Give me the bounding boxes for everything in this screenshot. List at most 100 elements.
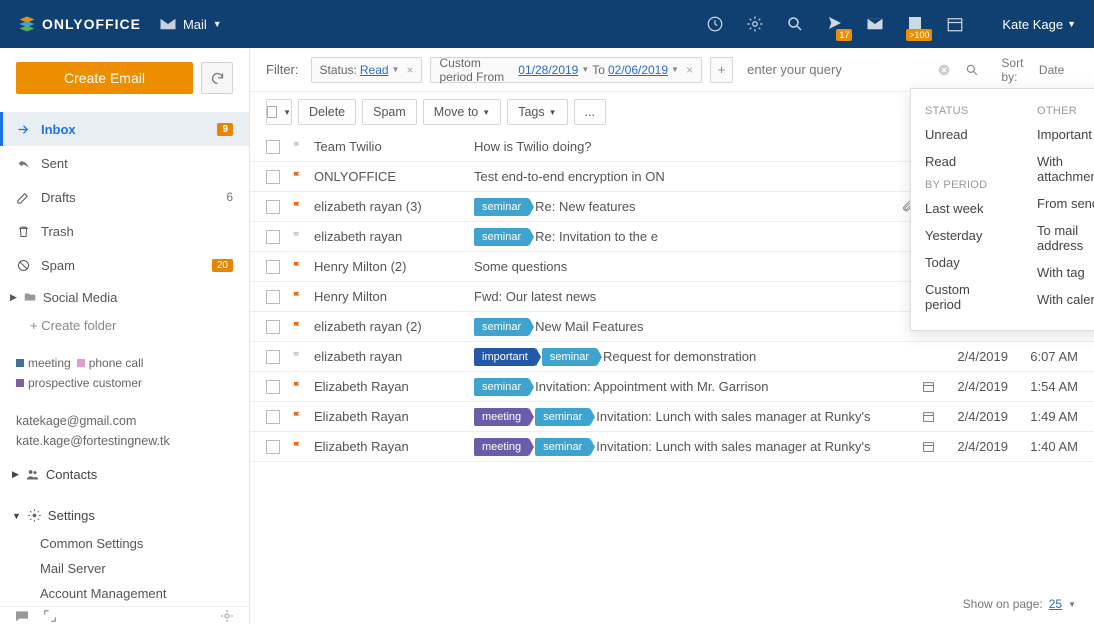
settings-foot-icon[interactable]	[219, 608, 235, 624]
nav-social[interactable]: ▶ Social Media	[0, 282, 249, 312]
edit-icon	[16, 190, 31, 205]
tag-meeting[interactable]: meeting	[16, 356, 71, 370]
clear-filter-icon[interactable]	[937, 62, 951, 78]
filter-option[interactable]: With attachments	[1023, 148, 1094, 190]
spam-button[interactable]: Spam	[362, 99, 417, 125]
more-button[interactable]: ...	[574, 99, 606, 125]
section-label: Settings	[48, 508, 95, 523]
tag-phone-call[interactable]: phone call	[77, 356, 144, 370]
delete-button[interactable]: Delete	[298, 99, 356, 125]
settings-item[interactable]: Account Management	[40, 581, 249, 606]
row-checkbox[interactable]	[266, 230, 280, 244]
module-switcher[interactable]: Mail ▼	[159, 15, 222, 33]
search-icon[interactable]	[965, 62, 979, 78]
flag-icon[interactable]	[290, 380, 304, 394]
filter-chip-period[interactable]: Custom period From 01/28/2019 ▼ To 02/06…	[430, 57, 701, 83]
filter-option[interactable]: To mail address	[1023, 217, 1094, 259]
account-item[interactable]: kate.kage@fortestingnew.tk	[16, 431, 233, 451]
logo[interactable]: ONLYOFFICE	[18, 15, 141, 33]
filter-option[interactable]: Read	[911, 148, 1023, 175]
email-row[interactable]: Elizabeth RayanmeetingseminarInvitation:…	[250, 432, 1094, 462]
nav-spam[interactable]: Spam 20	[0, 248, 249, 282]
search-icon[interactable]	[786, 15, 804, 33]
chat-icon[interactable]	[14, 608, 30, 624]
flag-icon[interactable]	[290, 320, 304, 334]
row-checkbox[interactable]	[266, 200, 280, 214]
filter-option[interactable]: Last week	[911, 195, 1023, 222]
chip-remove[interactable]: ×	[406, 63, 413, 77]
email-row[interactable]: Elizabeth RayanmeetingseminarInvitation:…	[250, 402, 1094, 432]
filter-option[interactable]: From sender	[1023, 190, 1094, 217]
gift-icon[interactable]	[706, 15, 724, 33]
row-checkbox[interactable]	[266, 380, 280, 394]
email-tag: seminar	[535, 438, 590, 456]
nav-contacts[interactable]: ▶ Contacts	[0, 459, 249, 490]
filter-option[interactable]: Unread	[911, 121, 1023, 148]
email-subject: seminarNew Mail Features	[474, 318, 898, 336]
expand-icon[interactable]	[42, 608, 58, 624]
nav-badge: 9	[217, 123, 233, 136]
flag-icon[interactable]	[290, 200, 304, 214]
tags-button[interactable]: Tags▼	[507, 99, 567, 125]
settings-item[interactable]: Common Settings	[40, 531, 249, 556]
filter-option[interactable]: With tag	[1023, 259, 1094, 286]
user-menu[interactable]: Kate Kage ▼	[1002, 17, 1076, 32]
tag-color-icon	[77, 359, 85, 367]
flag-icon[interactable]	[290, 290, 304, 304]
calendar-col	[918, 410, 938, 423]
account-item[interactable]: katekage@gmail.com	[16, 411, 233, 431]
email-row[interactable]: Elizabeth RayanseminarInvitation: Appoin…	[250, 372, 1094, 402]
row-checkbox[interactable]	[266, 140, 280, 154]
mail-top-icon[interactable]	[866, 15, 884, 33]
filter-option[interactable]: With calendar	[1023, 286, 1094, 313]
refresh-button[interactable]	[201, 62, 233, 94]
filter-option[interactable]: Important	[1023, 121, 1094, 148]
filter-chip-status[interactable]: Status: Read ▼ ×	[311, 57, 423, 83]
settings-item[interactable]: Mail Server	[40, 556, 249, 581]
flag-icon[interactable]	[290, 440, 304, 454]
row-checkbox[interactable]	[266, 410, 280, 424]
row-checkbox[interactable]	[266, 170, 280, 184]
flag-icon[interactable]	[290, 170, 304, 184]
select-all-checkbox[interactable]: ▼	[266, 99, 292, 125]
tag-prospective-customer[interactable]: prospective customer	[16, 376, 142, 390]
nav-trash[interactable]: Trash	[0, 214, 249, 248]
nav-drafts[interactable]: Drafts 6	[0, 180, 249, 214]
caret-right-icon: ▶	[12, 469, 19, 480]
filter-option[interactable]: Custom period	[911, 276, 1023, 318]
flag-icon[interactable]	[290, 260, 304, 274]
row-checkbox[interactable]	[266, 290, 280, 304]
email-row[interactable]: elizabeth rayanimportantseminarRequest f…	[250, 342, 1094, 372]
chevron-down-icon: ▼	[1067, 19, 1076, 29]
moveto-button[interactable]: Move to▼	[423, 99, 501, 125]
chip-remove[interactable]: ×	[686, 63, 693, 77]
row-checkbox[interactable]	[266, 260, 280, 274]
sort-control[interactable]: Sort by: Date	[1001, 56, 1078, 84]
row-checkbox[interactable]	[266, 350, 280, 364]
email-subject: Fwd: Our latest news	[474, 289, 898, 304]
email-date: 2/4/2019	[938, 379, 1008, 394]
pager-value[interactable]: 25	[1049, 597, 1062, 611]
calendar-icon[interactable]	[946, 15, 964, 33]
chevron-down-icon: ▼	[213, 19, 222, 29]
gear-icon[interactable]	[746, 15, 764, 33]
feed-icon[interactable]: >100	[906, 14, 924, 35]
row-checkbox[interactable]	[266, 440, 280, 454]
email-date: 2/4/2019	[938, 439, 1008, 454]
email-tag: important	[474, 348, 536, 366]
create-folder[interactable]: + Create folder	[0, 312, 249, 339]
flag-icon[interactable]	[290, 230, 304, 244]
row-checkbox[interactable]	[266, 320, 280, 334]
talk-icon[interactable]: 17	[826, 14, 844, 35]
flag-icon[interactable]	[290, 140, 304, 154]
flag-icon[interactable]	[290, 350, 304, 364]
filter-add-button[interactable]: +	[710, 57, 733, 83]
nav-settings[interactable]: ▼ Settings	[0, 500, 249, 531]
filter-option[interactable]: Today	[911, 249, 1023, 276]
filter-query-input[interactable]	[741, 57, 929, 83]
nav-inbox[interactable]: Inbox 9	[0, 112, 249, 146]
nav-sent[interactable]: Sent	[0, 146, 249, 180]
create-email-button[interactable]: Create Email	[16, 62, 193, 94]
flag-icon[interactable]	[290, 410, 304, 424]
filter-option[interactable]: Yesterday	[911, 222, 1023, 249]
